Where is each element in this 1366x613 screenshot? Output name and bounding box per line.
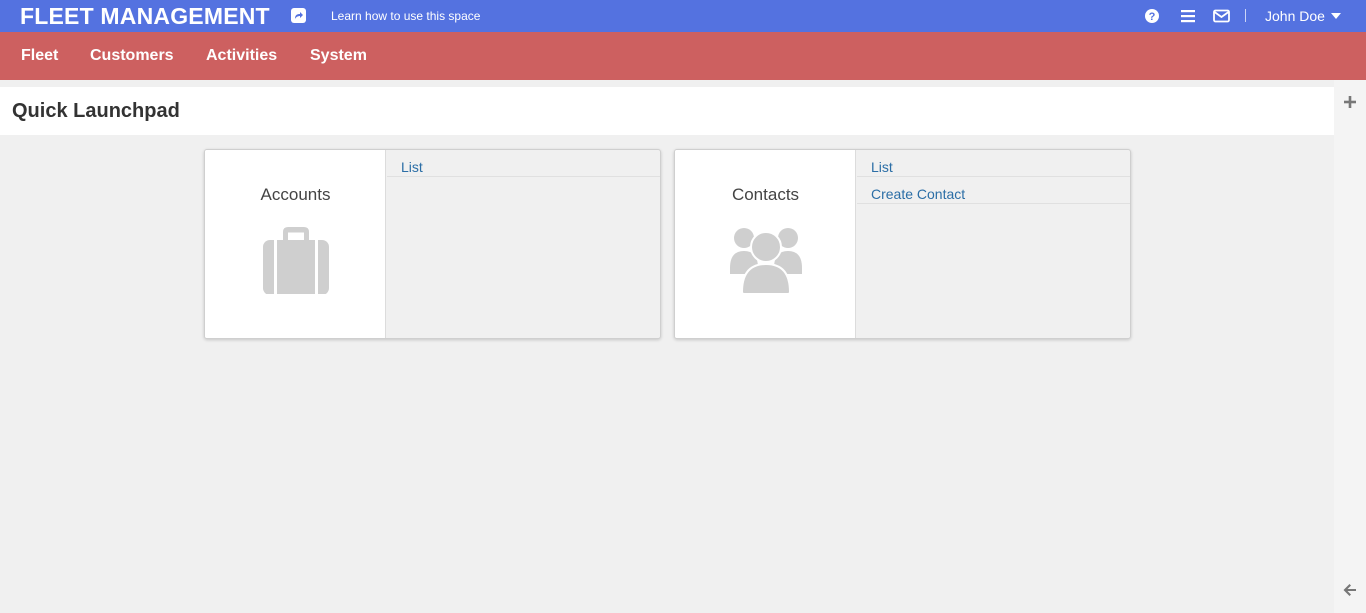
accounts-list-link[interactable]: List [387, 150, 660, 177]
learn-link[interactable]: Learn how to use this space [331, 9, 480, 23]
help-icon[interactable]: ? [1144, 8, 1160, 24]
page-header: Quick Launchpad [0, 87, 1334, 135]
right-rail [1334, 80, 1366, 613]
card-links: List [387, 150, 660, 177]
caret-down-icon[interactable] [1331, 13, 1341, 19]
menu-icon[interactable] [1180, 8, 1196, 24]
create-contact-link[interactable]: Create Contact [857, 177, 1130, 204]
brand-title[interactable]: FLEET MANAGEMENT [20, 3, 270, 29]
card-summary[interactable]: Accounts [205, 150, 386, 338]
nav-item-customers[interactable]: Customers [90, 47, 174, 65]
nav-item-activities[interactable]: Activities [206, 47, 277, 65]
launchpad-card-accounts: Accounts List [204, 149, 661, 339]
launchpad-card-contacts: Contacts List Create Contact [674, 149, 1131, 339]
mail-icon[interactable] [1213, 8, 1230, 24]
page-title: Quick Launchpad [12, 100, 180, 122]
card-links: List Create Contact [857, 150, 1130, 204]
nav-item-system[interactable]: System [310, 47, 367, 65]
briefcase-icon [260, 226, 332, 295]
nav-item-fleet[interactable]: Fleet [21, 47, 58, 65]
card-summary[interactable]: Contacts [675, 150, 856, 338]
main-nav: Fleet Customers Activities System [0, 32, 1366, 80]
card-title: Accounts [260, 185, 331, 204]
svg-text:?: ? [1149, 11, 1156, 23]
top-bar-divider [1245, 9, 1246, 22]
user-menu[interactable]: John Doe [1265, 8, 1325, 24]
top-bar: FLEET MANAGEMENT Learn how to use this s… [0, 0, 1366, 32]
card-title: Contacts [731, 185, 800, 204]
users-icon [730, 226, 802, 295]
contacts-list-link[interactable]: List [857, 150, 1130, 177]
arrow-left-icon[interactable] [1342, 582, 1358, 598]
share-icon[interactable] [291, 8, 306, 23]
plus-icon[interactable] [1342, 94, 1358, 110]
